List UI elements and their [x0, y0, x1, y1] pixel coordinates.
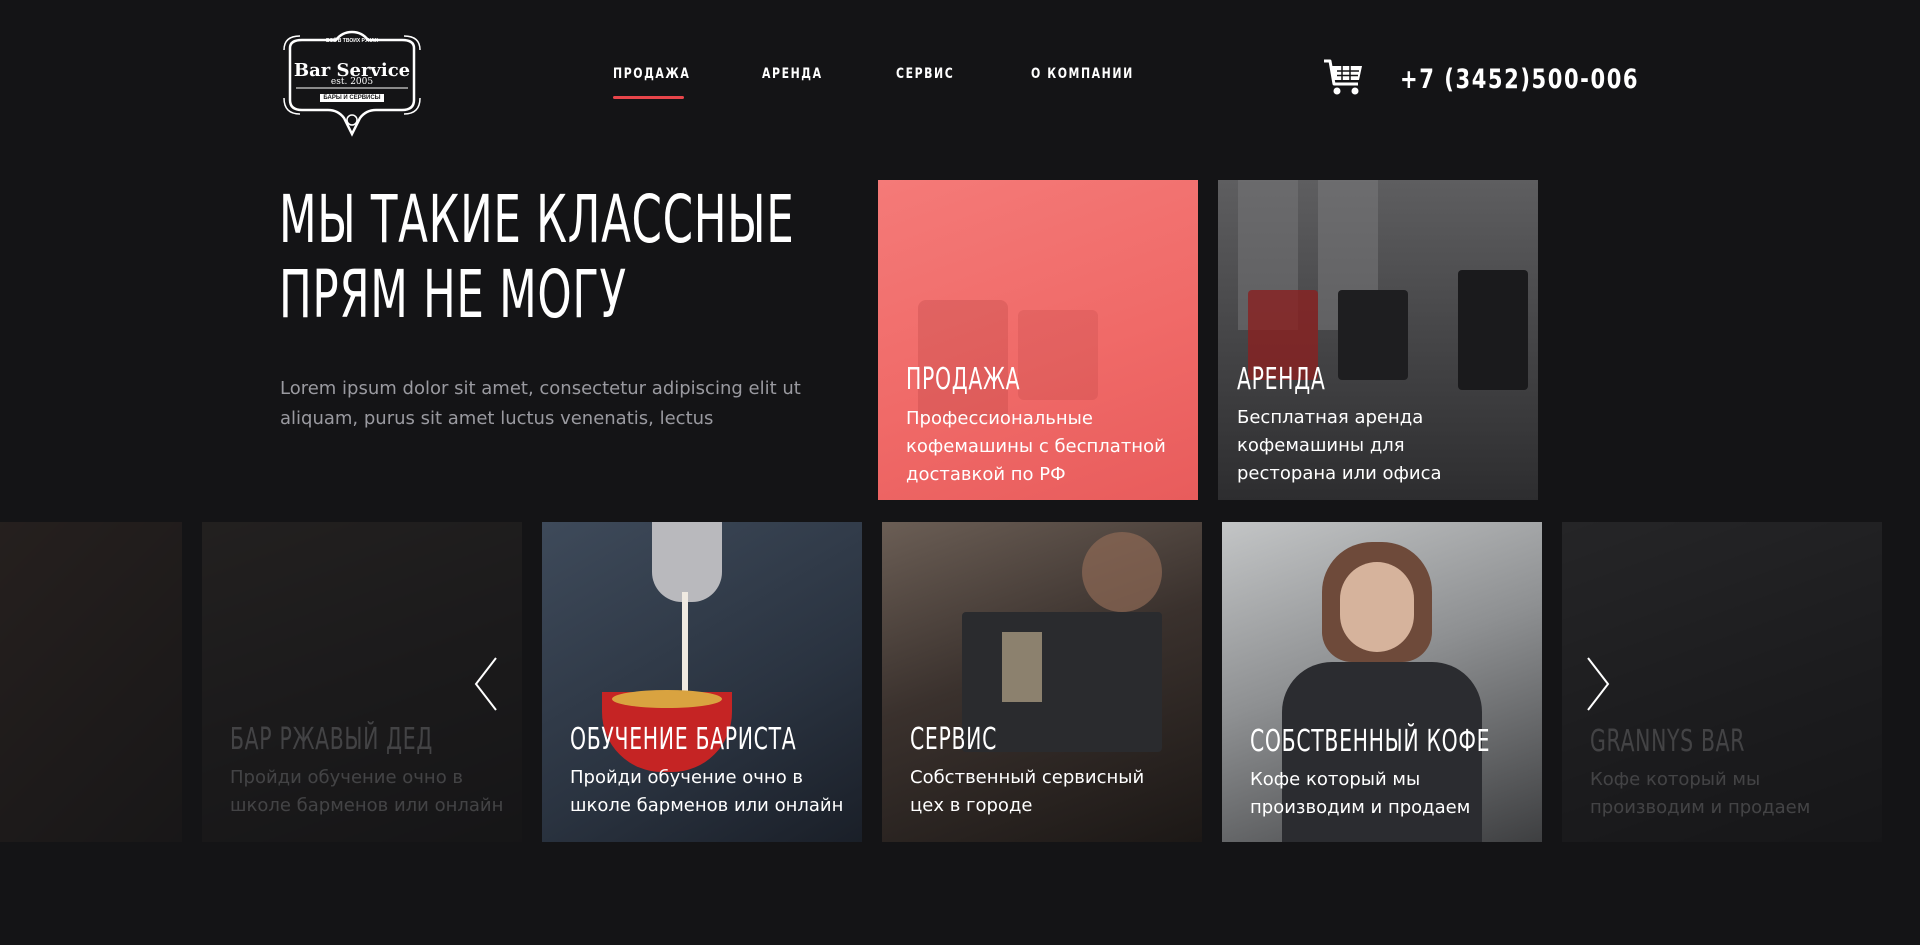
hero-title-line2: ПРЯМ НЕ МОГУ [279, 256, 627, 333]
chevron-left-icon[interactable] [470, 654, 504, 714]
card-rent-desc: Бесплатная аренда кофемашины для рестора… [1237, 407, 1442, 484]
hero-title-line1: МЫ ТАКИЕ КЛАССНЫЕ [279, 181, 795, 258]
carousel-title: СОБСТВЕННЫЙ КОФЕ [1250, 724, 1491, 759]
carousel-card-barista[interactable]: ОБУЧЕНИЕ БАРИСТА Пройди обучение очно в … [542, 522, 862, 842]
logo-est: est. 2005 [330, 77, 374, 87]
carousel-title: СЕРВИС [910, 722, 998, 757]
carousel-desc: Пройди обучение очно в школе барменов ил… [230, 767, 504, 816]
carousel-title: ОБУЧЕНИЕ БАРИСТА [570, 722, 797, 757]
phone-number[interactable]: +7 (3452)500-006 [1400, 64, 1639, 95]
carousel-desc: Пройди обучение очно в школе барменов ил… [570, 767, 844, 816]
nav-item-service[interactable]: СЕРВИС [896, 66, 954, 82]
card-sale-title: ПРОДАЖА [906, 362, 1021, 397]
card-sale[interactable]: ПРОДАЖА Профессиональные кофемашины с бе… [878, 180, 1198, 500]
card-sale-desc: Профессиональные кофемашины с бесплатной… [906, 408, 1166, 485]
card-rent-title: АРЕНДА [1237, 362, 1326, 397]
logo-tagline: ВСЁ В ТВОИХ РУКАХ [326, 38, 378, 44]
chevron-right-icon[interactable] [1580, 654, 1614, 714]
nav-item-rent[interactable]: АРЕНДА [762, 66, 823, 82]
logo-bottom: БАРЫ И СЕРВИСЫ [323, 95, 381, 101]
hero-title: МЫ ТАКИЕ КЛАССНЫЕ ПРЯМ НЕ МОГУ [279, 182, 794, 332]
carousel-card-service[interactable]: СЕРВИС Собственный сервисный цех в город… [882, 522, 1202, 842]
nav-item-about[interactable]: О КОМПАНИИ [1031, 66, 1134, 82]
carousel-title: БАР РЖАВЫЙ ДЕД [230, 722, 434, 757]
nav-active-indicator [613, 96, 684, 99]
carousel-desc: Собственный сервисный цех в городе [910, 767, 1145, 816]
hero-text: Lorem ipsum dolor sit amet, consectetur … [280, 378, 801, 429]
nav-item-sale[interactable]: ПРОДАЖА [613, 66, 690, 82]
carousel-title: GRANNYS BAR [1590, 724, 1746, 759]
carousel-card-partial [0, 522, 182, 842]
carousel-desc: Кофе который мы производим и продаем [1250, 769, 1471, 818]
carousel-desc: Кофе который мы производим и продаем [1590, 769, 1811, 818]
cart-icon[interactable] [1322, 58, 1364, 96]
bar-service-logo[interactable]: ВСЁ В ТВОИХ РУКАХ Bar Service est. 2005 … [280, 30, 424, 140]
card-rent[interactable]: АРЕНДА Бесплатная аренда кофемашины для … [1218, 180, 1538, 500]
carousel-card-own-coffee[interactable]: СОБСТВЕННЫЙ КОФЕ Кофе который мы произво… [1222, 522, 1542, 842]
